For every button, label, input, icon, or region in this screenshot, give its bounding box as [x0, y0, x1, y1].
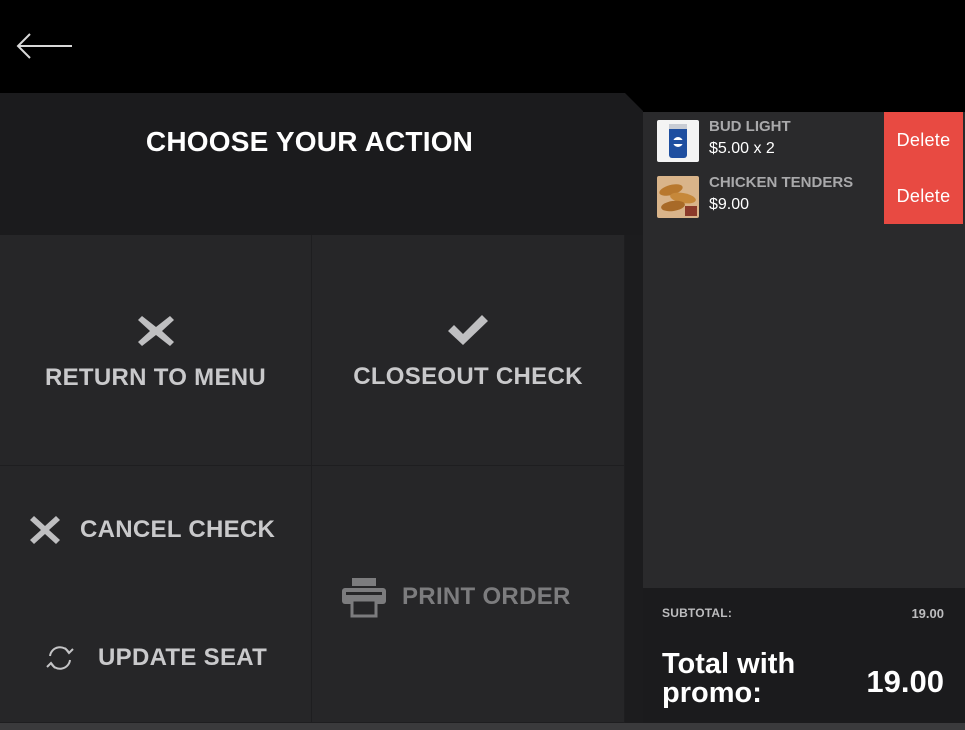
order-item[interactable]: BUD LIGHT $5.00 x 2 Delete	[643, 112, 965, 168]
print-order-label: PRINT ORDER	[402, 583, 571, 610]
cancel-check-button[interactable]: CANCEL CHECK	[28, 514, 275, 546]
return-to-menu-cell: RETURN TO MENU	[0, 235, 312, 466]
return-to-menu-label: RETURN TO MENU	[44, 364, 267, 391]
item-name: CHICKEN TENDERS	[709, 174, 854, 191]
delete-button[interactable]: Delete	[884, 112, 963, 168]
closeout-check-label: CLOSEOUT CHECK	[353, 363, 583, 390]
closeout-check-button[interactable]: CLOSEOUT CHECK	[312, 311, 624, 391]
item-price: $9.00	[709, 196, 750, 213]
check-options-cell: CANCEL CHECK UPDATE SEAT	[0, 466, 312, 723]
cancel-check-label: CANCEL CHECK	[80, 516, 276, 543]
order-panel: BUD LIGHT $5.00 x 2 Delete CHICKEN TENDE…	[643, 112, 965, 588]
chicken-tenders-image	[657, 176, 699, 218]
update-seat-label: UPDATE SEAT	[98, 644, 268, 671]
x-icon	[137, 316, 174, 346]
return-to-menu-button[interactable]: RETURN TO MENU	[0, 312, 311, 392]
totals-panel: SUBTOTAL: 19.00 Total with promo: 19.00	[643, 588, 965, 723]
bottom-border	[0, 723, 965, 730]
print-order-button[interactable]: PRINT ORDER	[340, 576, 571, 618]
arrow-left-icon	[16, 33, 72, 59]
total-label: Total with promo:	[662, 648, 796, 709]
x-icon	[30, 516, 60, 544]
page-title: CHOOSE YOUR ACTION	[145, 126, 474, 157]
action-grid: RETURN TO MENU CLOSEOUT CHECK CANCEL CHE…	[0, 235, 625, 723]
action-panel: CHOOSE YOUR ACTION RETURN TO MENU CLOSEO…	[0, 93, 643, 723]
update-seat-button[interactable]: UPDATE SEAT	[44, 642, 267, 674]
delete-button[interactable]: Delete	[884, 168, 963, 224]
subtotal-value: 19.00	[911, 606, 944, 621]
panel-divider	[625, 235, 643, 723]
refresh-icon	[46, 646, 74, 670]
back-button[interactable]	[14, 28, 76, 64]
printer-icon	[342, 578, 386, 618]
total-value: 19.00	[866, 664, 944, 699]
checkmark-icon	[448, 315, 488, 345]
print-order-cell: PRINT ORDER	[312, 466, 625, 723]
beer-can-image	[657, 120, 699, 162]
item-price: $5.00 x 2	[709, 140, 775, 157]
subtotal-label: SUBTOTAL:	[662, 606, 733, 620]
item-name: BUD LIGHT	[709, 118, 791, 135]
closeout-check-cell: CLOSEOUT CHECK	[312, 235, 625, 466]
order-item[interactable]: CHICKEN TENDERS $9.00 Delete	[643, 168, 965, 224]
action-header: CHOOSE YOUR ACTION	[0, 93, 643, 235]
